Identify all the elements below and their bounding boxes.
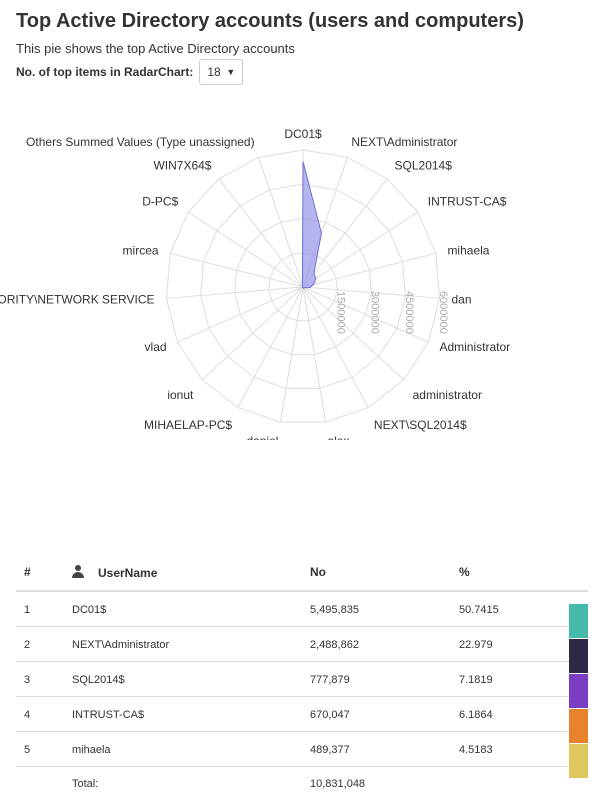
- row-username: DC01$: [72, 604, 107, 616]
- row-count: 670,047: [310, 709, 350, 721]
- row-count: 2,488,862: [310, 639, 359, 651]
- row-count: 5,495,835: [310, 604, 359, 616]
- row-rank: 4: [24, 709, 31, 721]
- radial-tick-label: 1500000: [334, 291, 346, 334]
- topn-select-value: 18: [207, 65, 221, 79]
- category-label: SQL2014$: [395, 158, 453, 172]
- table-row: 4 INTRUST-CA$ 670,047 6.1864: [16, 697, 588, 743]
- row-percent: 50.7415: [459, 604, 499, 616]
- table-footer: Total: 10,831,048: [16, 767, 588, 795]
- grid-spoke: [258, 157, 304, 288]
- category-label: NEXT\SQL2014$: [374, 418, 467, 432]
- row-percent: 7.1819: [459, 674, 493, 686]
- radial-tick-label: 3000000: [369, 291, 381, 334]
- col-user-header-label: UserName: [98, 566, 158, 580]
- table-row: 1 DC01$ 5,495,835 50.7415: [16, 592, 588, 638]
- col-rank-header: #: [24, 565, 31, 579]
- radar-category-labels: DC01$ NEXT\Administrator SQL2014$ INTRUST-C…: [0, 127, 510, 440]
- radial-tick-label: 6000000: [437, 291, 449, 334]
- grid-spoke: [201, 286, 304, 381]
- category-label: administrator: [413, 388, 482, 402]
- grid-spoke: [302, 211, 418, 288]
- category-label: mircea: [123, 243, 159, 257]
- table-body: 1 DC01$ 5,495,835 50.7415 2 NEXT\Administrato…: [16, 592, 588, 778]
- category-label: DC01$: [284, 127, 322, 141]
- category-label: vlad: [145, 340, 167, 354]
- row-rank: 1: [24, 604, 31, 616]
- row-username: SQL2014$: [72, 674, 125, 686]
- grid-spoke: [188, 211, 304, 288]
- row-username: mihaela: [72, 744, 111, 756]
- col-user-header: UserName: [72, 565, 157, 580]
- grid-spoke: [218, 178, 304, 288]
- total-value: 10,831,048: [310, 778, 366, 790]
- row-percent: 6.1864: [459, 709, 493, 721]
- category-label: daniel: [246, 434, 278, 440]
- topn-select[interactable]: 18 ▼: [199, 59, 244, 85]
- user-icon: [72, 565, 84, 578]
- category-label: mihaela: [447, 243, 489, 257]
- topn-control: No. of top items in RadarChart: 18 ▼: [16, 58, 244, 86]
- table-row: 5 mihaela 489,377 4.5183: [16, 732, 588, 778]
- accounts-table: # UserName No % 1 DC01$ 5,495,835 50.7415 2 N…: [16, 556, 588, 795]
- category-label: alex: [328, 434, 350, 440]
- total-label: Total:: [72, 778, 99, 790]
- table-header: # UserName No %: [16, 556, 588, 592]
- chevron-down-icon: ▼: [226, 67, 236, 77]
- category-label: INTRUST-CA$: [428, 195, 507, 209]
- category-label: MIHAELAP-PC$: [144, 418, 232, 432]
- grid-spoke: [302, 252, 436, 288]
- radar-series: [301, 161, 322, 289]
- row-rank: 5: [24, 744, 31, 756]
- radial-tick-label: 4500000: [403, 291, 415, 334]
- category-label: WIN7X64$: [153, 158, 211, 172]
- category-label: NT AUTHORITY\NETWORK SERVICE: [0, 292, 155, 306]
- row-count: 489,377: [310, 744, 350, 756]
- category-label: ionut: [167, 388, 194, 402]
- grid-spoke: [170, 252, 304, 288]
- grid-spoke: [302, 286, 405, 381]
- table-row: 3 SQL2014$ 777,879 7.1819: [16, 662, 588, 708]
- page-title: Top Active Directory accounts (users and…: [16, 10, 524, 32]
- row-count: 777,879: [310, 674, 350, 686]
- page-subtitle: This pie shows the top Active Directory …: [16, 41, 295, 56]
- row-username: INTRUST-CA$: [72, 709, 145, 721]
- grid-spoke: [177, 286, 304, 343]
- category-label: NEXT\Administrator: [351, 135, 457, 149]
- category-label: Administrator: [439, 340, 510, 354]
- category-label: dan: [451, 292, 471, 306]
- row-percent: 22.979: [459, 639, 493, 651]
- data-area: [301, 161, 322, 289]
- table-row: 2 NEXT\Administrator 2,488,862 22.979: [16, 627, 588, 673]
- radar-chart: 1500000 3000000 4500000 6000000 DC01$ NEXT\A…: [0, 127, 510, 440]
- category-label: Others Summed Values (Type unassigned): [26, 135, 255, 149]
- row-rank: 2: [24, 639, 31, 651]
- row-percent: 4.5183: [459, 744, 493, 756]
- row-username: NEXT\Administrator: [72, 639, 170, 651]
- category-label: D-PC$: [142, 195, 178, 209]
- col-no-header: No: [310, 565, 326, 579]
- row-rank: 3: [24, 674, 31, 686]
- topn-label: No. of top items in RadarChart:: [16, 65, 194, 79]
- col-pct-header: %: [459, 565, 470, 579]
